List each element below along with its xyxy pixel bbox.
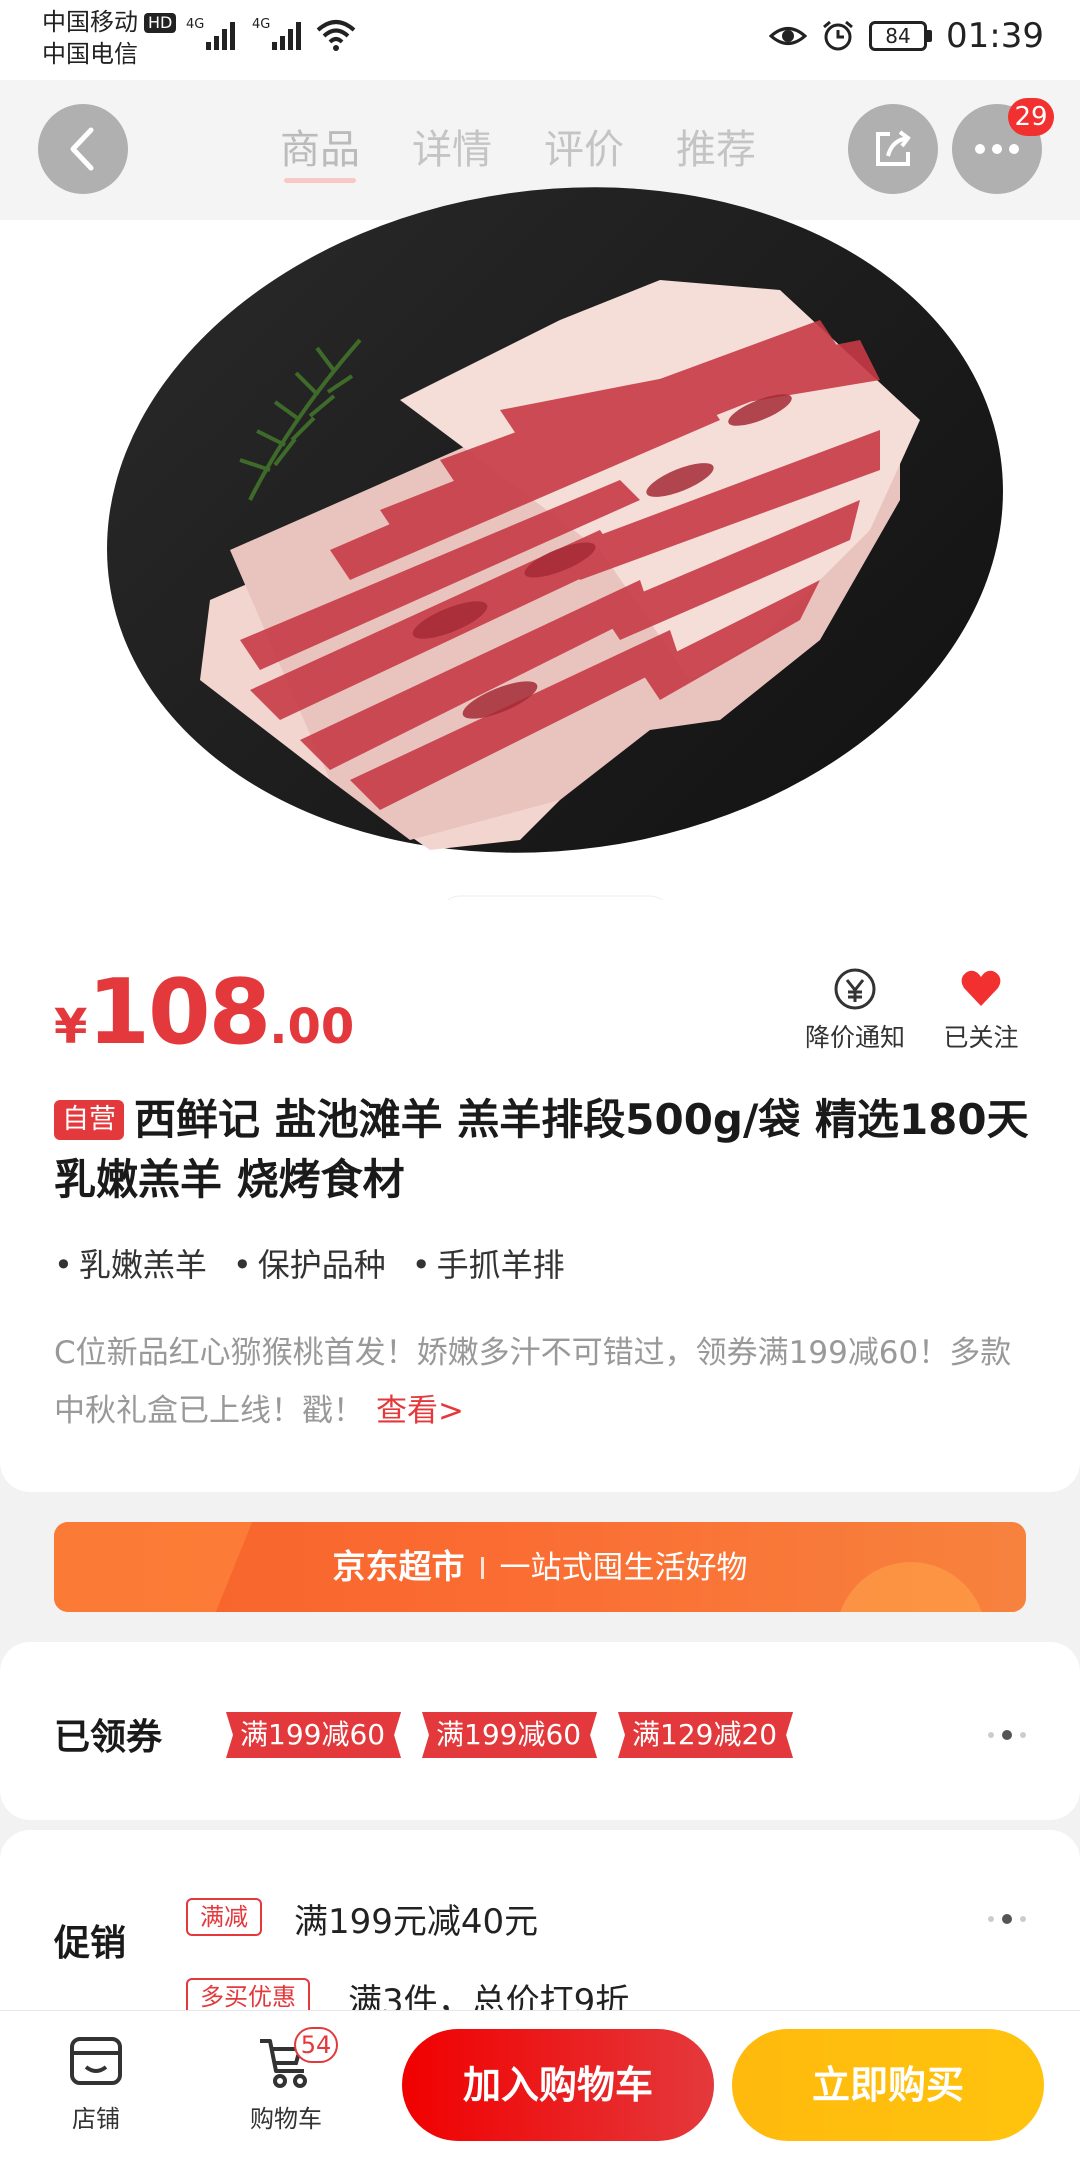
svg-text:4G: 4G (186, 17, 204, 32)
coupon-chip[interactable]: 满199减60 (422, 1712, 598, 1758)
carrier-2: 中国电信 (42, 40, 138, 68)
banner-slogan: 一站式囤生活好物 (499, 1550, 748, 1586)
promo-view-link[interactable]: 查看> (376, 1393, 464, 1429)
message-badge: 29 (1008, 98, 1054, 136)
signal-4g-icon: 4G (186, 17, 235, 50)
price: ¥108.00 (54, 960, 354, 1065)
wifi-icon (316, 20, 356, 51)
follow-label: 已关注 (943, 1023, 1019, 1052)
cart-count-badge: 54 (294, 2027, 338, 2063)
app-root: 中国移动 HD 中国电信 4G 4G 84 01:39 商品 详情 评价 推荐 … (0, 0, 1080, 2160)
chevron-left-icon (70, 127, 94, 171)
tab-reviews[interactable]: 评价 (544, 117, 624, 183)
coupons-label: 已领券 (54, 1717, 163, 1758)
banner-brand: 京东超市 (332, 1547, 465, 1586)
status-right: 84 01:39 (769, 14, 1044, 58)
more-button[interactable]: 29 (952, 98, 1054, 194)
eye-icon (769, 27, 808, 45)
cart-button[interactable]: 购物车 54 (226, 2027, 346, 2134)
cart-label: 购物车 (250, 2105, 322, 2133)
tab-details[interactable]: 详情 (412, 117, 492, 183)
banner-text: 京东超市 一站式囤生活好物 (54, 1522, 1026, 1612)
lamb-ribs-image (0, 80, 1080, 920)
coupon-chip[interactable]: 满199减60 (226, 1712, 402, 1758)
more-dots-icon (975, 144, 1019, 154)
share-icon (876, 130, 911, 166)
price-integer: 108 (87, 960, 271, 1065)
price-notify-button[interactable]: 降价通知 (790, 966, 920, 1054)
price-decimal: .00 (269, 999, 355, 1055)
svg-text:4G: 4G (252, 17, 270, 32)
status-bar: 中国移动 HD 中国电信 4G 4G 84 01:39 (0, 0, 1080, 80)
feature-list: 乳嫩羔羊 保护品种 手抓羊排 (54, 1240, 565, 1286)
store-icon (70, 2037, 122, 2085)
add-to-cart-button[interactable]: 加入购物车 (402, 2029, 714, 2141)
yen-bell-icon (834, 968, 876, 1010)
promo-detail: 满199元减40元 (294, 1902, 539, 1942)
self-operated-tag: 自营 (54, 1100, 124, 1140)
feature-item: 手抓羊排 (412, 1240, 565, 1286)
promotions-label: 促销 (54, 1923, 127, 1964)
follow-button[interactable]: 已关注 (916, 966, 1046, 1054)
promo-text: C位新品红心猕猴桃首发！娇嫩多汁不可错过，领券满199减60！多款中秋礼盒已上线… (54, 1324, 1034, 1440)
store-button[interactable]: 店铺 (36, 2033, 156, 2134)
feature-item: 乳嫩羔羊 (54, 1240, 207, 1286)
promo-tag: 满减 (186, 1898, 262, 1936)
coupon-chip[interactable]: 满129减20 (618, 1712, 794, 1758)
section-tabs: 商品 详情 评价 推荐 (280, 100, 756, 200)
jd-supermarket-banner[interactable]: 京东超市 一站式囤生活好物 (54, 1522, 1026, 1612)
battery-icon: 84 (869, 21, 933, 51)
coupons-section[interactable]: 已领券 满199减60 满199减60 满129减20 (0, 1642, 1080, 1820)
heart-icon (961, 970, 1001, 1006)
bottom-action-bar: 店铺 购物车 54 加入购物车 立即购买 (0, 2010, 1080, 2160)
top-nav: 商品 详情 评价 推荐 29 (0, 98, 1080, 200)
tab-product[interactable]: 商品 (280, 117, 360, 183)
battery-level: 84 (869, 21, 928, 51)
more-dots-icon[interactable] (988, 1730, 1026, 1740)
store-label: 店铺 (72, 2105, 120, 2133)
more-dots-icon[interactable] (988, 1914, 1026, 1924)
promo-message: C位新品红心猕猴桃首发！娇嫩多汁不可错过，领券满199减60！多款中秋礼盒已上线… (54, 1335, 1012, 1429)
buy-now-button[interactable]: 立即购买 (732, 2029, 1044, 2141)
share-button[interactable] (848, 104, 938, 194)
carrier-1: 中国移动 (42, 8, 138, 36)
alarm-icon (823, 20, 853, 51)
product-info-card: ¥108.00 降价通知 已关注 自营 西鲜记 盐池滩羊 羔羊排段500g/袋 精… (0, 900, 1080, 1492)
currency-symbol: ¥ (54, 999, 88, 1055)
price-notify-label: 降价通知 (804, 1023, 905, 1052)
clock: 01:39 (946, 16, 1044, 56)
product-image[interactable] (0, 80, 1080, 920)
carrier-info: 中国移动 HD 中国电信 (42, 6, 177, 70)
hd-badge: HD (144, 13, 177, 33)
feature-item: 保护品种 (233, 1240, 386, 1286)
product-title-text: 西鲜记 盐池滩羊 羔羊排段500g/袋 精选180天乳嫩羔羊 烧烤食材 (54, 1095, 1029, 1204)
signal-4g-icon-2: 4G (252, 17, 301, 50)
product-title: 自营 西鲜记 盐池滩羊 羔羊排段500g/袋 精选180天乳嫩羔羊 烧烤食材 (54, 1090, 1034, 1210)
tab-recommend[interactable]: 推荐 (676, 117, 756, 183)
back-button[interactable] (38, 104, 128, 194)
